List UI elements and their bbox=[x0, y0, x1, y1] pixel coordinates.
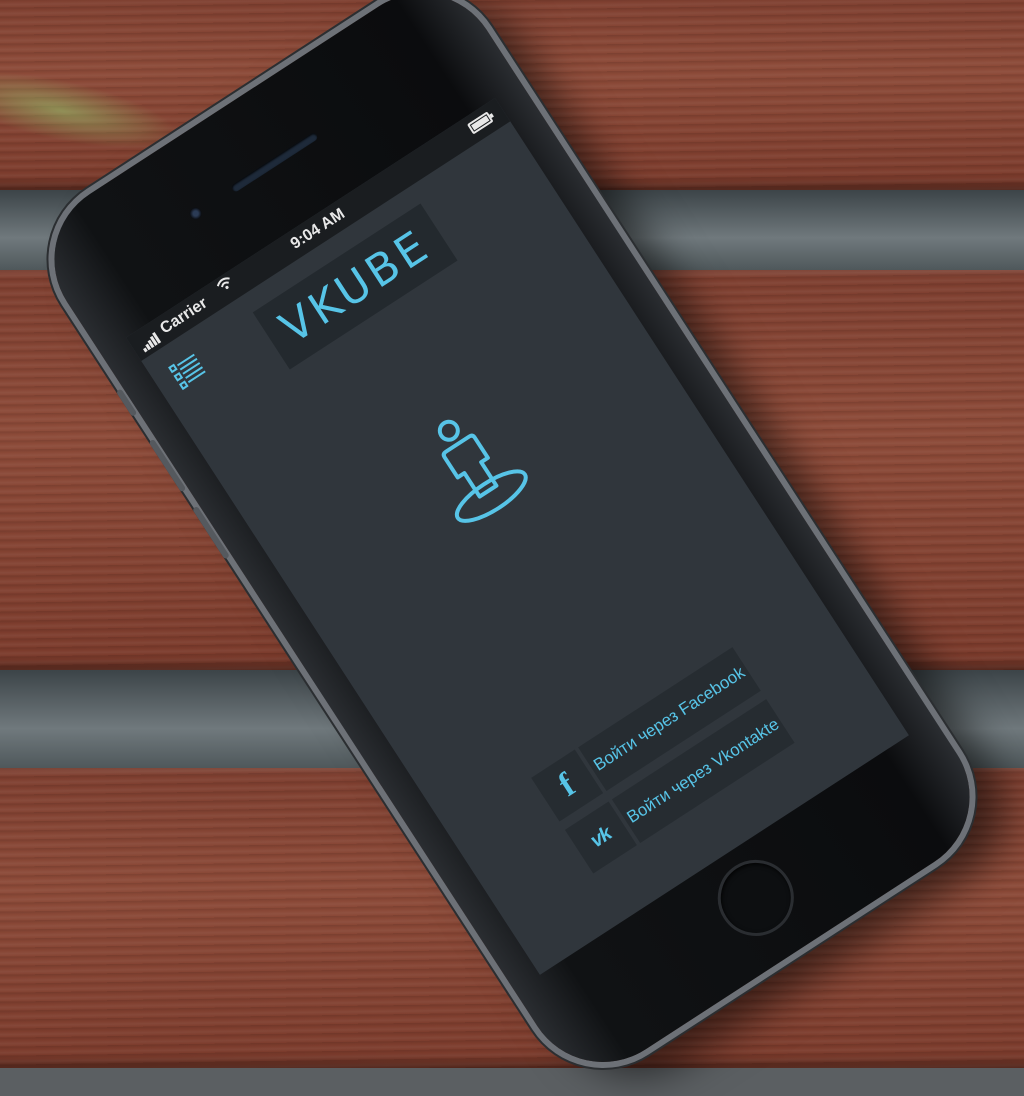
earpiece-speaker bbox=[230, 131, 319, 193]
home-button[interactable] bbox=[703, 845, 809, 951]
front-camera bbox=[187, 205, 205, 222]
person-on-platform-icon bbox=[404, 395, 539, 537]
app-logo: VKUBE bbox=[252, 203, 458, 370]
list-menu-icon[interactable] bbox=[166, 349, 210, 393]
